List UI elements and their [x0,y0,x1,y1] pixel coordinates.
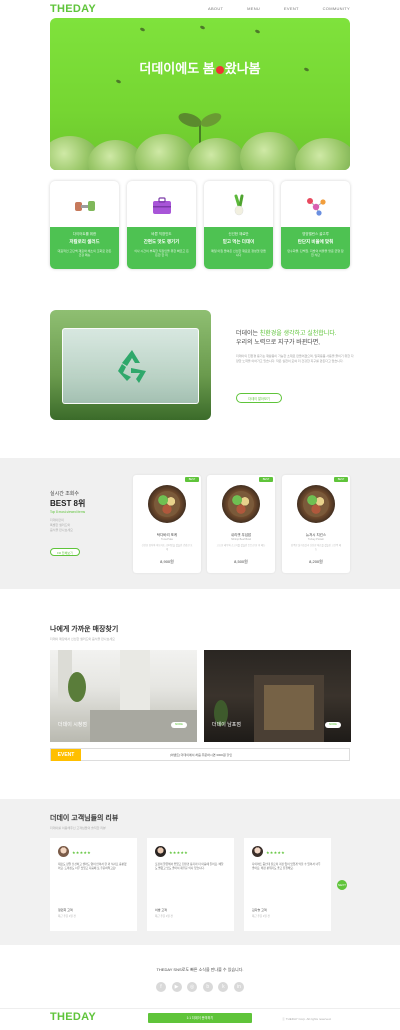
product-card[interactable]: 영양밸런스 골고루 탄단지 비율에 맞춰 탄수화물, 단백질, 지방의 비율을 맞춘… [281,181,350,269]
store-more-button[interactable]: MORE [325,722,341,728]
green-onion-icon [234,194,243,216]
facebook-icon[interactable]: f [156,982,166,992]
lettuce-image [240,132,300,170]
strawberry-icon [215,65,224,74]
eco-heading: 더데이는 친환경을 생각하고 실천합니다. [236,331,337,337]
store-name: 더데이 남포점 [212,722,241,728]
review-card[interactable]: ★★★★★ 포장이 깔끔해서 좋았고 친환경 용기라 더 마음에 들어요. 배달… [147,838,234,931]
review-card[interactable]: ★★★★★ 다이어트 중인데 칼로리 걱정 없이 맛있게 먹을 수 있어서 너무… [244,838,331,931]
avatar [252,846,263,857]
store-card-nampo[interactable]: 더데이 남포점 MORE [204,650,351,742]
best-badge: BEST [185,477,199,482]
instagram-icon[interactable]: ◎ [187,982,198,992]
leaf-icon [254,29,261,34]
stores-title: 나에게 가까운 매장찾기 [50,626,119,633]
lettuce-image [295,138,350,170]
leaf-icon [199,25,206,30]
avatar [155,846,166,857]
best-description: 더데이만의 특별한 샐러드와 음식을 만나보세요 [50,518,73,532]
recycle-icon [118,350,146,383]
nav-event[interactable]: EVENT [284,6,299,11]
product-card[interactable]: 바쁜 직장인도 간편도 맛도 챙기기 식사 시간이 부족한 직장인을 위한 빠르고 … [127,181,196,269]
best-title: BEST 8위 [50,499,86,508]
event-banner[interactable]: [이벤트] 더데이에서 처음 주문하시면 3000원 할인 EVENT [50,748,350,761]
eco-text: 더데이는 친환경을 생각하고 실천합니다. 우리의 노력으로 지구가 바뀐다면,… [236,330,356,363]
nav-about[interactable]: ABOUT [208,6,223,11]
best-badge: BEST [334,477,348,482]
avatar [58,846,69,857]
copyright: ⓒ THEDAY Corp. All rights reserved. [282,1017,332,1021]
best-view-all-button[interactable]: Fill 전체보기 [50,548,80,556]
footer-divider [0,1008,400,1009]
product-card[interactable]: 다이어트를 위한 저칼로리 샐러드 대표적인 고단백 재료와 채소의 조화로 만든 … [50,181,119,269]
footer-logo[interactable]: THEDAY [50,1011,96,1023]
rating-stars: ★★★★★ [266,850,285,855]
eco-more-button[interactable]: 더데이 알아보기 [236,393,282,403]
blog-icon[interactable]: b [202,982,213,992]
food-bowl-image [222,485,260,523]
nav-menu[interactable]: MENU [247,6,260,11]
best-item-card[interactable]: BEST 쉬리캣 우섭밥 Shrimp Beef Bowl 고소한 새우와 소고… [207,475,275,573]
store-more-button[interactable]: MORE [171,722,187,728]
hero-banner: 더데이에도 봄 왔나봄 [50,18,350,170]
reviews-title: 더데이 고객님들의 리뷰 [50,815,119,822]
store-name: 더데이 시청점 [58,722,87,728]
reviews-subtitle: 더데이를 이용해주신 고객님들의 솔직한 리뷰 [50,826,106,830]
event-badge: EVENT [51,749,81,761]
product-card[interactable]: 신선한 재료만 믿고 먹는 더데이 매일 아침 들여온 신선한 재료로 정성껏 만듭… [204,181,273,269]
inquiry-button[interactable]: 1:1 더데이 문의하기 [148,1013,252,1023]
molecule-icon [306,198,326,216]
best-item-card[interactable]: BEST 탁다바리 포케 Tuna Poke 신선한 참치와 아보카도, 현미밥… [133,475,201,573]
eco-paragraph: 더데이의 친환경 용기는 재활용이 가능한 소재로 만들어졌으며, 일회용품 사… [236,354,354,363]
food-bowl-image [148,485,186,523]
eco-subheading: 우리의 노력으로 지구가 바뀐다면, [236,340,320,346]
reviews-next-button[interactable]: NEXT [337,880,347,890]
youtube-icon[interactable]: ▶ [171,982,182,992]
suitcase-icon [152,197,171,214]
event-text: [이벤트] 더데이에서 처음 주문하시면 3000원 할인 [169,753,233,757]
linkedin-icon[interactable]: in [233,982,244,992]
stores-subtitle: 더데이 매장에서 신선한 샐러드와 음식을 만나보세요 [50,637,115,641]
rating-stars: ★★★★★ [169,850,188,855]
kakao-icon[interactable]: k [218,982,229,992]
store-card-cityhall[interactable]: 더데이 시청점 MORE [50,650,197,742]
plant-image [68,672,86,702]
best-badge: BEST [259,477,273,482]
nav-community[interactable]: COMMUNITY [323,6,350,11]
best-item-card[interactable]: BEST 뉴저시 치킨스 Turkey Protein 담백한 닭가슴살과 신선… [282,475,350,573]
best-subtitle: 실시간 조회수 [50,491,79,497]
rating-stars: ★★★★★ [72,850,91,855]
review-card[interactable]: ★★★★★ 재료도 정말 신선하고 샐러드 양이 많아서 한 끼 식사로 충분했… [50,838,137,931]
sns-icon-row: f ▶ ◎ b k in [156,982,244,992]
main-nav: ABOUT MENU EVENT COMMUNITY [208,6,350,11]
best-tagline: Top 8 most-viewed items [50,510,86,514]
sns-title: THEDAY SNS로도 빠른 소식을 만나볼 수 있습니다. [156,967,244,972]
leaf-icon [139,27,146,32]
eco-container-image [50,310,211,420]
food-bowl-image [297,485,335,523]
logo[interactable]: THEDAY [50,3,96,15]
leaf-icon [115,79,122,84]
dumbbell-icon [74,201,95,211]
